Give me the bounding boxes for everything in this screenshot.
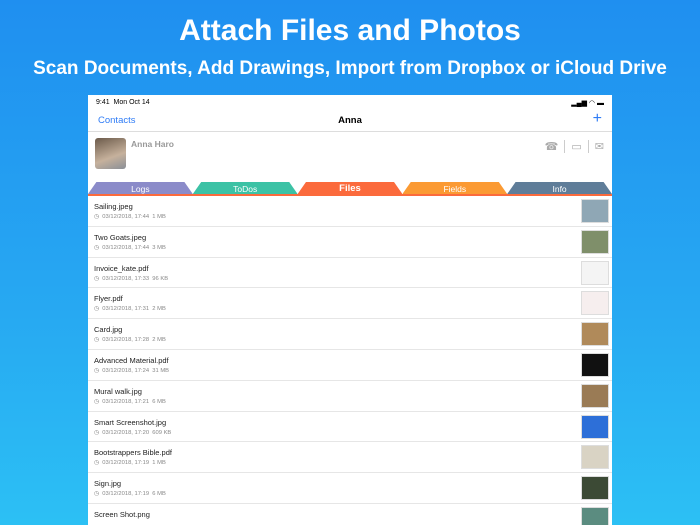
file-row[interactable]: Smart Screenshot.jpg ◷ 03/12/2018, 17:20 …	[88, 412, 612, 443]
file-thumbnail	[581, 322, 609, 347]
file-name: Bootstrappers Bible.pdf	[94, 448, 172, 458]
file-size: 1 MB	[152, 214, 166, 220]
tab-info[interactable]: Info	[507, 182, 612, 194]
file-thumbnail	[581, 445, 609, 470]
file-date: 03/12/2018, 17:19	[102, 491, 150, 498]
clock-icon: ◷	[94, 337, 100, 344]
file-name: Sailing.jpeg	[94, 202, 133, 211]
avatar	[95, 138, 126, 169]
file-row[interactable]: Sailing.jpeg ◷ 03/12/2018, 17:44 1 MB	[88, 196, 612, 227]
divider	[564, 140, 566, 153]
file-size: 609 KB	[152, 429, 172, 436]
file-thumbnail	[581, 383, 609, 408]
file-thumbnail	[581, 229, 609, 254]
tab-fields[interactable]: Fields	[402, 182, 508, 194]
tab-todos[interactable]: ToDos	[192, 182, 298, 194]
file-size: 6 MB	[152, 491, 166, 498]
file-date: 03/12/2018, 17:19	[102, 460, 150, 467]
file-name: Flyer.pdf	[94, 294, 123, 304]
clock-icon: ◷	[94, 398, 100, 405]
nav-bar: Contacts Anna +	[88, 110, 612, 132]
clock-icon: ◷	[94, 275, 100, 282]
file-thumbnail	[581, 291, 609, 316]
clock-icon: ◷	[94, 429, 100, 436]
file-date: 03/12/2018, 17:33	[102, 275, 150, 282]
divider	[587, 140, 589, 153]
clock-icon: ◷	[94, 306, 100, 313]
file-size: 2 MB	[152, 306, 166, 313]
file-thumbnail	[581, 414, 609, 439]
file-size: 6 MB	[152, 398, 166, 405]
headline: Attach Files and Photos	[179, 14, 521, 47]
file-row[interactable]: Invoice_kate.pdf ◷ 03/12/2018, 17:33 96 K…	[88, 258, 612, 289]
file-size: 3 MB	[152, 244, 166, 251]
file-row[interactable]: Card.jpg ◷ 03/12/2018, 17:28 2 MB	[88, 319, 612, 350]
file-row[interactable]: Sign.jpg ◷ 03/12/2018, 17:19 6 MB	[88, 473, 612, 504]
file-date: 03/12/2018, 17:20	[102, 429, 150, 436]
file-row[interactable]: Two Goats.jpeg ◷ 03/12/2018, 17:44 3 MB	[88, 227, 612, 258]
file-thumbnail	[581, 199, 609, 223]
file-size: 31 MB	[152, 367, 170, 374]
file-name: Sign.jpg	[94, 479, 122, 489]
phone-icon[interactable]: ☎	[545, 140, 559, 153]
tab-logs[interactable]: Logs	[88, 182, 193, 194]
file-name: Smart Screenshot.jpg	[94, 417, 167, 427]
file-name: Screen Shot.png	[94, 509, 150, 519]
file-date: 03/12/2018, 17:31	[102, 306, 150, 313]
file-date: 03/12/2018, 17:24	[102, 367, 150, 374]
add-button[interactable]: +	[593, 110, 602, 128]
file-date: 03/12/2018, 17:44	[102, 244, 150, 251]
file-thumbnail	[581, 506, 609, 525]
file-date: 03/12/2018, 17:44	[102, 214, 150, 220]
file-thumbnail	[581, 352, 609, 377]
device-screen: 9:41 Mon Oct 14 ▂▄▆ ◠ ▬ Contacts Anna + …	[88, 95, 612, 525]
battery-icon: ▂▄▆ ◠ ▬	[571, 100, 604, 107]
clock-icon: ◷	[94, 491, 100, 498]
contact-header: Anna Haro ☎ ▭ ✉	[88, 132, 612, 182]
file-date: 03/12/2018, 17:28	[102, 337, 150, 344]
file-row[interactable]: Screen Shot.png	[88, 504, 612, 525]
file-size: 1 MB	[152, 460, 166, 467]
file-thumbnail	[581, 476, 609, 501]
status-date: Mon Oct 14	[113, 99, 150, 106]
file-row[interactable]: Mural walk.jpg ◷ 03/12/2018, 17:21 6 MB	[88, 381, 612, 412]
page-title: Anna	[338, 115, 362, 126]
mail-icon[interactable]: ✉	[595, 140, 604, 153]
file-name: Card.jpg	[94, 325, 123, 335]
file-date: 03/12/2018, 17:21	[102, 398, 150, 405]
message-icon[interactable]: ▭	[571, 140, 581, 153]
tab-files[interactable]: Files	[297, 182, 403, 194]
status-time: 9:41	[96, 99, 110, 106]
file-size: 2 MB	[152, 337, 166, 344]
file-name: Invoice_kate.pdf	[94, 263, 149, 273]
file-size: 96 KB	[152, 275, 169, 282]
file-row[interactable]: Bootstrappers Bible.pdf ◷ 03/12/2018, 17:…	[88, 442, 612, 474]
clock-icon: ◷	[94, 244, 100, 251]
clock-icon: ◷	[94, 214, 100, 220]
file-name: Mural walk.jpg	[94, 386, 142, 396]
status-bar: 9:41 Mon Oct 14 ▂▄▆ ◠ ▬	[88, 95, 612, 110]
tab-bar: Logs ToDos Files Fields Info	[88, 182, 612, 196]
file-list: Sailing.jpeg ◷ 03/12/2018, 17:44 1 MB Two …	[88, 196, 612, 525]
clock-icon: ◷	[94, 460, 100, 467]
file-thumbnail	[581, 260, 609, 285]
file-row[interactable]: Flyer.pdf ◷ 03/12/2018, 17:31 2 MB	[88, 288, 612, 320]
file-name: Advanced Material.pdf	[94, 355, 169, 365]
file-row[interactable]: Advanced Material.pdf ◷ 03/12/2018, 17:24…	[88, 350, 612, 381]
clock-icon: ◷	[94, 367, 100, 374]
subheadline: Scan Documents, Add Drawings, Import fro…	[33, 58, 667, 79]
file-name: Two Goats.jpeg	[94, 232, 147, 242]
contact-name: Anna Haro	[131, 139, 174, 149]
